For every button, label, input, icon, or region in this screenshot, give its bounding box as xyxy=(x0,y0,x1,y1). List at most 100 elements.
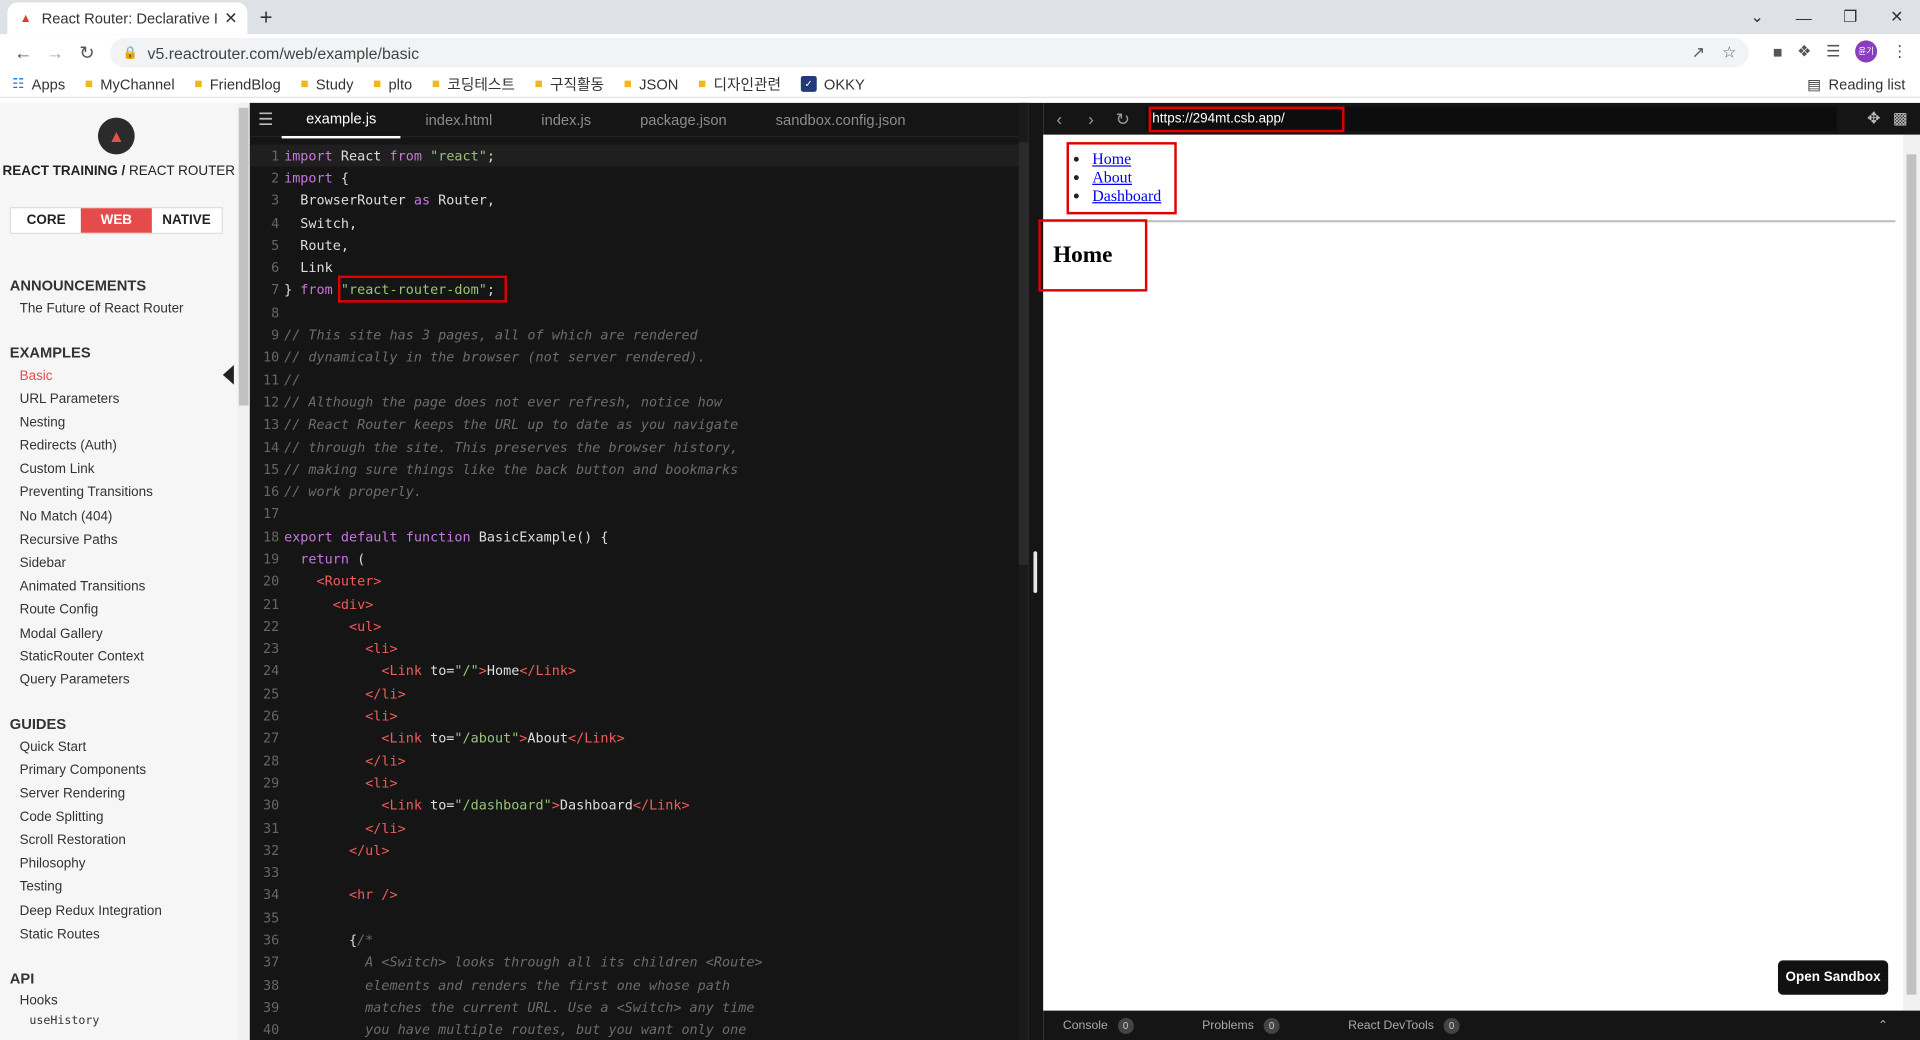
nav-item[interactable]: Modal Gallery xyxy=(20,627,103,642)
forward-icon[interactable]: → xyxy=(39,42,71,63)
nav-item[interactable]: Server Rendering xyxy=(20,786,126,801)
nav-item[interactable]: Recursive Paths xyxy=(20,533,118,548)
code-line[interactable]: 16// work properly. xyxy=(250,481,1021,503)
code-line[interactable]: 1 import React from "react"; xyxy=(249,144,1022,167)
code-line[interactable]: 23 <li> xyxy=(250,638,1021,660)
new-window-icon[interactable]: ▩ xyxy=(1893,109,1908,129)
bookmark-folder[interactable]: ■ JSON xyxy=(624,75,679,92)
code-line[interactable]: 10// dynamically in the browser (not ser… xyxy=(250,346,1021,368)
code-line[interactable]: 28 </li> xyxy=(250,750,1021,772)
code-line[interactable]: 12// Although the page does not ever ref… xyxy=(250,391,1021,413)
code-line[interactable]: 33 xyxy=(250,862,1021,884)
code-line[interactable]: 2 import { xyxy=(250,167,1021,189)
bookmark-apps[interactable]: ☷ Apps xyxy=(12,75,65,92)
splitter-handle[interactable] xyxy=(1033,551,1038,593)
nav-item[interactable]: Custom Link xyxy=(20,462,95,477)
bookmark-folder[interactable]: ■ plto xyxy=(373,75,412,92)
bookmark-folder[interactable]: ■ Study xyxy=(300,75,353,92)
code-line[interactable]: 29 <li> xyxy=(250,772,1021,794)
devtools-console[interactable]: Console 0 xyxy=(1063,1017,1134,1034)
code-line[interactable]: 35 xyxy=(250,907,1021,929)
code-line[interactable]: 34 <hr /> xyxy=(250,884,1021,906)
nav-item[interactable]: Redirects (Auth) xyxy=(20,439,117,454)
code-line[interactable]: 30 <Link to="/dashboard">Dashboard</Link… xyxy=(250,795,1021,817)
code-line[interactable]: 13// React Router keeps the URL up to da… xyxy=(250,414,1021,436)
preview-scrollbar[interactable] xyxy=(1902,134,1920,1011)
bookmark-folder[interactable]: ■ 코딩테스트 xyxy=(432,74,515,95)
avatar[interactable]: 윤기 xyxy=(1855,40,1878,63)
sidebar-scrollbar[interactable] xyxy=(237,102,250,1040)
nav-item[interactable]: Preventing Transitions xyxy=(20,485,153,500)
code-line[interactable]: 4 Switch, xyxy=(250,212,1021,234)
code-line[interactable]: 38 elements and renders the first one wh… xyxy=(250,974,1021,996)
code-line[interactable]: 26 <li> xyxy=(250,705,1021,727)
nav-item[interactable]: Hooks xyxy=(20,993,58,1008)
nav-item[interactable]: Testing xyxy=(20,880,63,895)
new-tab-icon[interactable]: + xyxy=(260,5,273,31)
bookmark-folder[interactable]: ■ 구직활동 xyxy=(534,74,604,95)
puzzle-icon[interactable]: ❖ xyxy=(1797,42,1811,62)
preview-forward-icon[interactable]: › xyxy=(1075,109,1107,129)
nav-item[interactable]: StaticRouter Context xyxy=(20,649,144,664)
extension-icon[interactable]: ■ xyxy=(1773,42,1783,60)
bookmark-folder[interactable]: ■ FriendBlog xyxy=(194,75,281,92)
reading-list[interactable]: ▤ Reading list xyxy=(1807,76,1905,93)
react-router-logo[interactable]: ▲ xyxy=(97,117,135,155)
code-line[interactable]: 32 </ul> xyxy=(250,839,1021,861)
bookmark-folder[interactable]: ■ MyChannel xyxy=(85,75,175,92)
close-window-icon[interactable]: ✕ xyxy=(1873,7,1920,27)
nav-item[interactable]: Deep Redux Integration xyxy=(20,904,162,919)
code-line[interactable]: 25 </li> xyxy=(250,682,1021,704)
nav-item[interactable]: Code Splitting xyxy=(20,810,104,825)
code-line[interactable]: 39 matches the current URL. Use a <Switc… xyxy=(250,996,1021,1018)
nav-item[interactable]: Sidebar xyxy=(20,556,66,571)
code-line[interactable]: 14// through the site. This preserves th… xyxy=(250,436,1021,458)
code-line[interactable]: 9// This site has 3 pages, all of which … xyxy=(250,324,1021,346)
devtools-react[interactable]: React DevTools 0 xyxy=(1348,1017,1460,1034)
editor-tab-index-js[interactable]: index.js xyxy=(517,103,616,137)
nav-item[interactable]: Nesting xyxy=(20,415,66,430)
tab-search-icon[interactable]: ⌄ xyxy=(1734,7,1781,27)
nav-item[interactable]: The Future of React Router xyxy=(20,301,184,316)
browser-tab[interactable]: ▲ React Router: Declarative Routin ✕ xyxy=(7,2,248,35)
code-line[interactable]: 8 xyxy=(250,301,1021,323)
nav-item-basic[interactable]: Basic xyxy=(20,369,53,384)
nav-item[interactable]: Static Routes xyxy=(20,927,100,942)
nav-item[interactable]: Animated Transitions xyxy=(20,579,146,594)
address-bar[interactable]: 🔒 v5.reactrouter.com/web/example/basic ↗… xyxy=(110,37,1749,68)
code-line[interactable]: 3 BrowserRouter as Router, xyxy=(250,189,1021,211)
editor-tab-index-html[interactable]: index.html xyxy=(401,103,517,137)
code-line[interactable]: 40 you have multiple routes, but you wan… xyxy=(250,1019,1021,1040)
bookmark-star-icon[interactable]: ☆ xyxy=(1722,43,1736,63)
share-icon[interactable]: ↗ xyxy=(1692,43,1705,63)
editor-tab-package-json[interactable]: package.json xyxy=(616,103,752,137)
code-line[interactable]: 17 xyxy=(250,503,1021,525)
close-tab-icon[interactable]: ✕ xyxy=(224,9,237,29)
nav-item[interactable]: Primary Components xyxy=(20,763,147,778)
chevron-up-icon[interactable]: ⌃ xyxy=(1878,1019,1888,1032)
bookmark-folder[interactable]: ■ 디자인관련 xyxy=(698,74,781,95)
code-line[interactable]: 15// making sure things like the back bu… xyxy=(250,458,1021,480)
code-line[interactable]: 31 </li> xyxy=(250,817,1021,839)
collapse-sidebar-icon[interactable] xyxy=(222,365,234,385)
nav-item[interactable]: Query Parameters xyxy=(20,673,130,688)
nav-item[interactable]: No Match (404) xyxy=(20,510,113,525)
code-line[interactable]: 18 export default function BasicExample()… xyxy=(250,526,1021,548)
nav-item[interactable]: Route Config xyxy=(20,603,99,618)
code-line[interactable]: 21 <div> xyxy=(250,593,1021,615)
code-line[interactable]: 19 return ( xyxy=(250,548,1021,570)
code-line[interactable]: 11// xyxy=(250,369,1021,391)
scrollbar-thumb[interactable] xyxy=(1018,142,1029,565)
devtools-problems[interactable]: Problems 0 xyxy=(1202,1017,1280,1034)
code-line[interactable]: 36 {/* xyxy=(250,929,1021,951)
media-icon[interactable]: ☰ xyxy=(1826,42,1840,62)
preview-back-icon[interactable]: ‹ xyxy=(1043,109,1075,129)
nav-item[interactable]: Philosophy xyxy=(20,856,86,871)
scrollbar-thumb[interactable] xyxy=(238,107,249,406)
platform-web[interactable]: WEB xyxy=(81,208,152,233)
move-icon[interactable]: ✥ xyxy=(1867,109,1880,129)
platform-core[interactable]: CORE xyxy=(11,208,81,233)
more-menu-icon[interactable]: ⋮ xyxy=(1892,42,1908,62)
editor-scrollbar[interactable] xyxy=(1018,102,1029,1040)
editor-tab-example-js[interactable]: example.js xyxy=(281,103,401,138)
